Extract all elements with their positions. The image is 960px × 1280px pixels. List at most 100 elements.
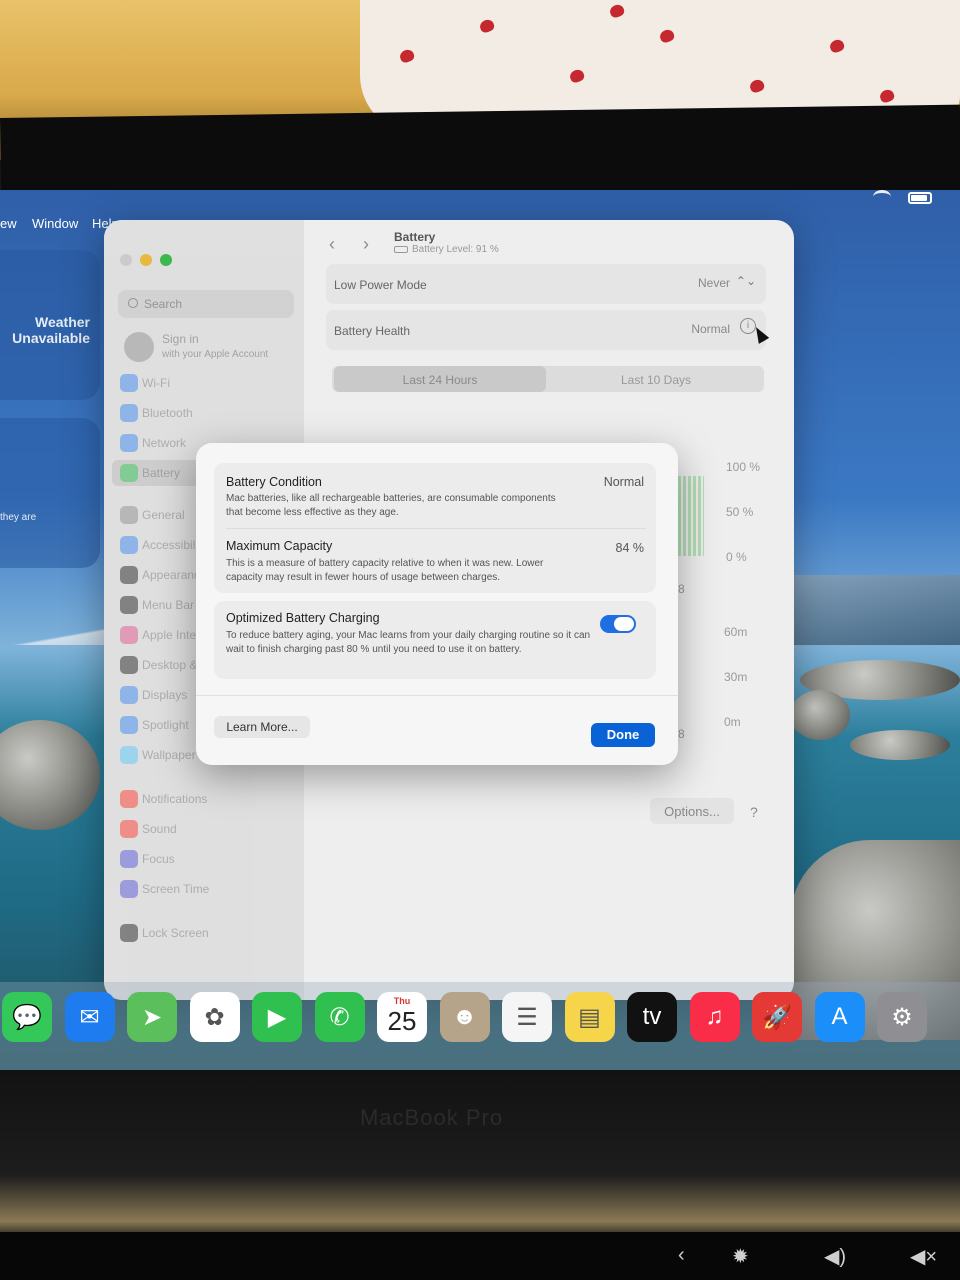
- dock-glyph: ✿: [204, 1003, 225, 1031]
- appearance-icon: [120, 566, 138, 584]
- axis-label: 0m: [724, 715, 741, 729]
- sidebar-item-label: Battery: [142, 466, 181, 480]
- wallpaper-rock: [850, 730, 950, 760]
- dock-glyph: ✉: [79, 1003, 100, 1031]
- sidebar-item-label: Appearanc: [142, 568, 201, 582]
- notes-icon[interactable]: ▤: [564, 992, 615, 1042]
- back-button[interactable]: ‹: [320, 234, 344, 258]
- wallpaper-rock: [0, 720, 100, 830]
- sidebar-item-label: Spotlight: [142, 718, 189, 732]
- dock-glyph: ✆: [329, 1003, 350, 1031]
- help-button[interactable]: ?: [750, 804, 758, 820]
- sidebar-item-sound[interactable]: Sound: [112, 816, 296, 842]
- low-power-label: Low Power Mode: [334, 278, 427, 292]
- mail-icon[interactable]: ✉: [64, 992, 115, 1042]
- sidebar-item-focus[interactable]: Focus: [112, 846, 296, 872]
- search-placeholder: Search: [144, 297, 183, 311]
- weather-widget-title: Weather Unavailable: [12, 314, 90, 346]
- time-range-segmented: Last 24 Hours Last 10 Days: [332, 366, 764, 392]
- dock-glyph: ⚙: [891, 1003, 913, 1031]
- options-button[interactable]: Options...: [650, 798, 734, 824]
- low-power-mode-row: Low Power Mode Never ⌃⌄: [326, 264, 766, 304]
- lock-icon: [120, 924, 138, 942]
- dock-glyph: ☰: [516, 1003, 538, 1031]
- tab-last-10-days[interactable]: Last 10 Days: [550, 366, 762, 392]
- appstore-icon[interactable]: A: [814, 992, 865, 1042]
- axis-label: 0 %: [726, 550, 747, 564]
- account-signin[interactable]: Sign in with your Apple Account: [162, 332, 268, 360]
- page-title: Battery: [394, 230, 436, 244]
- low-power-select[interactable]: Never: [698, 276, 730, 290]
- battery-level-text: Battery Level: 91 %: [394, 244, 499, 255]
- sun-icon: [120, 686, 138, 704]
- forward-button[interactable]: ›: [354, 234, 378, 258]
- wifi-status-icon[interactable]: [873, 190, 891, 204]
- minimize-button[interactable]: [140, 254, 152, 266]
- appletv-icon[interactable]: tv: [627, 992, 677, 1042]
- contacts-icon[interactable]: ☻: [439, 992, 490, 1042]
- dock-glyph: tv: [642, 1003, 662, 1030]
- account-avatar[interactable]: [124, 332, 154, 362]
- battery-icon: [120, 464, 138, 482]
- sidebar-item-bluetooth[interactable]: Bluetooth: [112, 400, 296, 426]
- search-icon: [128, 298, 138, 308]
- menu-window[interactable]: Window: [32, 216, 78, 231]
- sidebar-item-label: Wi-Fi: [142, 376, 170, 390]
- touchbar-chevron-icon[interactable]: ‹: [678, 1244, 685, 1267]
- toggle-knob: [614, 617, 634, 631]
- sidebar-item-label: Notifications: [142, 792, 208, 806]
- learn-more-button[interactable]: Learn More...: [214, 716, 310, 738]
- desktop-icon: [120, 656, 138, 674]
- zoom-button[interactable]: [160, 254, 172, 266]
- optimized-charging-toggle[interactable]: [600, 615, 636, 633]
- chevron-updown-icon[interactable]: ⌃⌄: [736, 274, 756, 288]
- music-icon[interactable]: ♫: [689, 992, 740, 1042]
- sidebar-item-label: Wallpaper: [142, 748, 196, 762]
- search-input[interactable]: Search: [118, 290, 294, 318]
- widget-partial-text: they are: [0, 512, 37, 523]
- close-button[interactable]: [120, 254, 132, 266]
- maps-icon[interactable]: ➤: [127, 992, 177, 1042]
- touchbar-volume-icon[interactable]: ◀): [824, 1244, 846, 1269]
- max-capacity-desc: This is a measure of battery capacity re…: [226, 558, 544, 583]
- bluetooth-icon: [120, 404, 138, 422]
- sidebar-item-label: Displays: [142, 688, 188, 702]
- sidebar-item-lock-screen[interactable]: Lock Screen: [112, 920, 296, 946]
- phone-icon[interactable]: ✆: [314, 992, 365, 1042]
- rocket-icon[interactable]: 🚀: [752, 992, 802, 1042]
- done-button[interactable]: Done: [591, 723, 655, 747]
- calendar-icon[interactable]: Thu 25: [377, 992, 427, 1042]
- sidebar-item-label: Lock Screen: [142, 926, 209, 940]
- sidebar-item-wi-fi[interactable]: Wi-Fi: [112, 370, 296, 396]
- menubar-icon: [120, 596, 138, 614]
- dock-glyph: ▤: [578, 1003, 601, 1031]
- messages-icon[interactable]: 💬: [2, 992, 52, 1042]
- menu-view[interactable]: ew: [0, 216, 17, 231]
- gear-icon: [120, 506, 138, 524]
- globe-icon: [120, 434, 138, 452]
- battery-health-label: Battery Health: [334, 324, 411, 338]
- calendar-day: Thu: [393, 996, 411, 1006]
- sidebar-item-label: General: [142, 508, 185, 522]
- battery-status-icon[interactable]: [908, 192, 932, 204]
- sidebar-item-label: Bluetooth: [142, 406, 193, 420]
- sidebar-item-screen-time[interactable]: Screen Time: [112, 876, 296, 902]
- screen: ew Window Help Weather Unavailable they …: [0, 190, 960, 1070]
- touchbar-brightness-icon[interactable]: ✹: [732, 1244, 749, 1269]
- facetime-icon[interactable]: ▶: [252, 992, 302, 1042]
- tab-last-24-hours[interactable]: Last 24 Hours: [334, 366, 546, 392]
- speaker-icon: [120, 820, 138, 838]
- touch-bar: [0, 1232, 960, 1280]
- system-settings-icon[interactable]: ⚙: [877, 992, 927, 1042]
- max-capacity-title: Maximum Capacity: [226, 539, 333, 553]
- reminders-icon[interactable]: ☰: [502, 992, 552, 1042]
- sidebar-item-label: Apple Inte: [142, 628, 197, 642]
- dock-glyph: ▶: [267, 1003, 287, 1031]
- photos-icon[interactable]: ✿: [189, 992, 240, 1042]
- widget-panel[interactable]: [0, 418, 100, 568]
- wallpaper-rock: [790, 690, 850, 740]
- axis-label: 100 %: [726, 460, 761, 474]
- siri-icon: [120, 626, 138, 644]
- touchbar-mute-icon[interactable]: ◀×: [910, 1244, 937, 1269]
- sidebar-item-notifications[interactable]: Notifications: [112, 786, 296, 812]
